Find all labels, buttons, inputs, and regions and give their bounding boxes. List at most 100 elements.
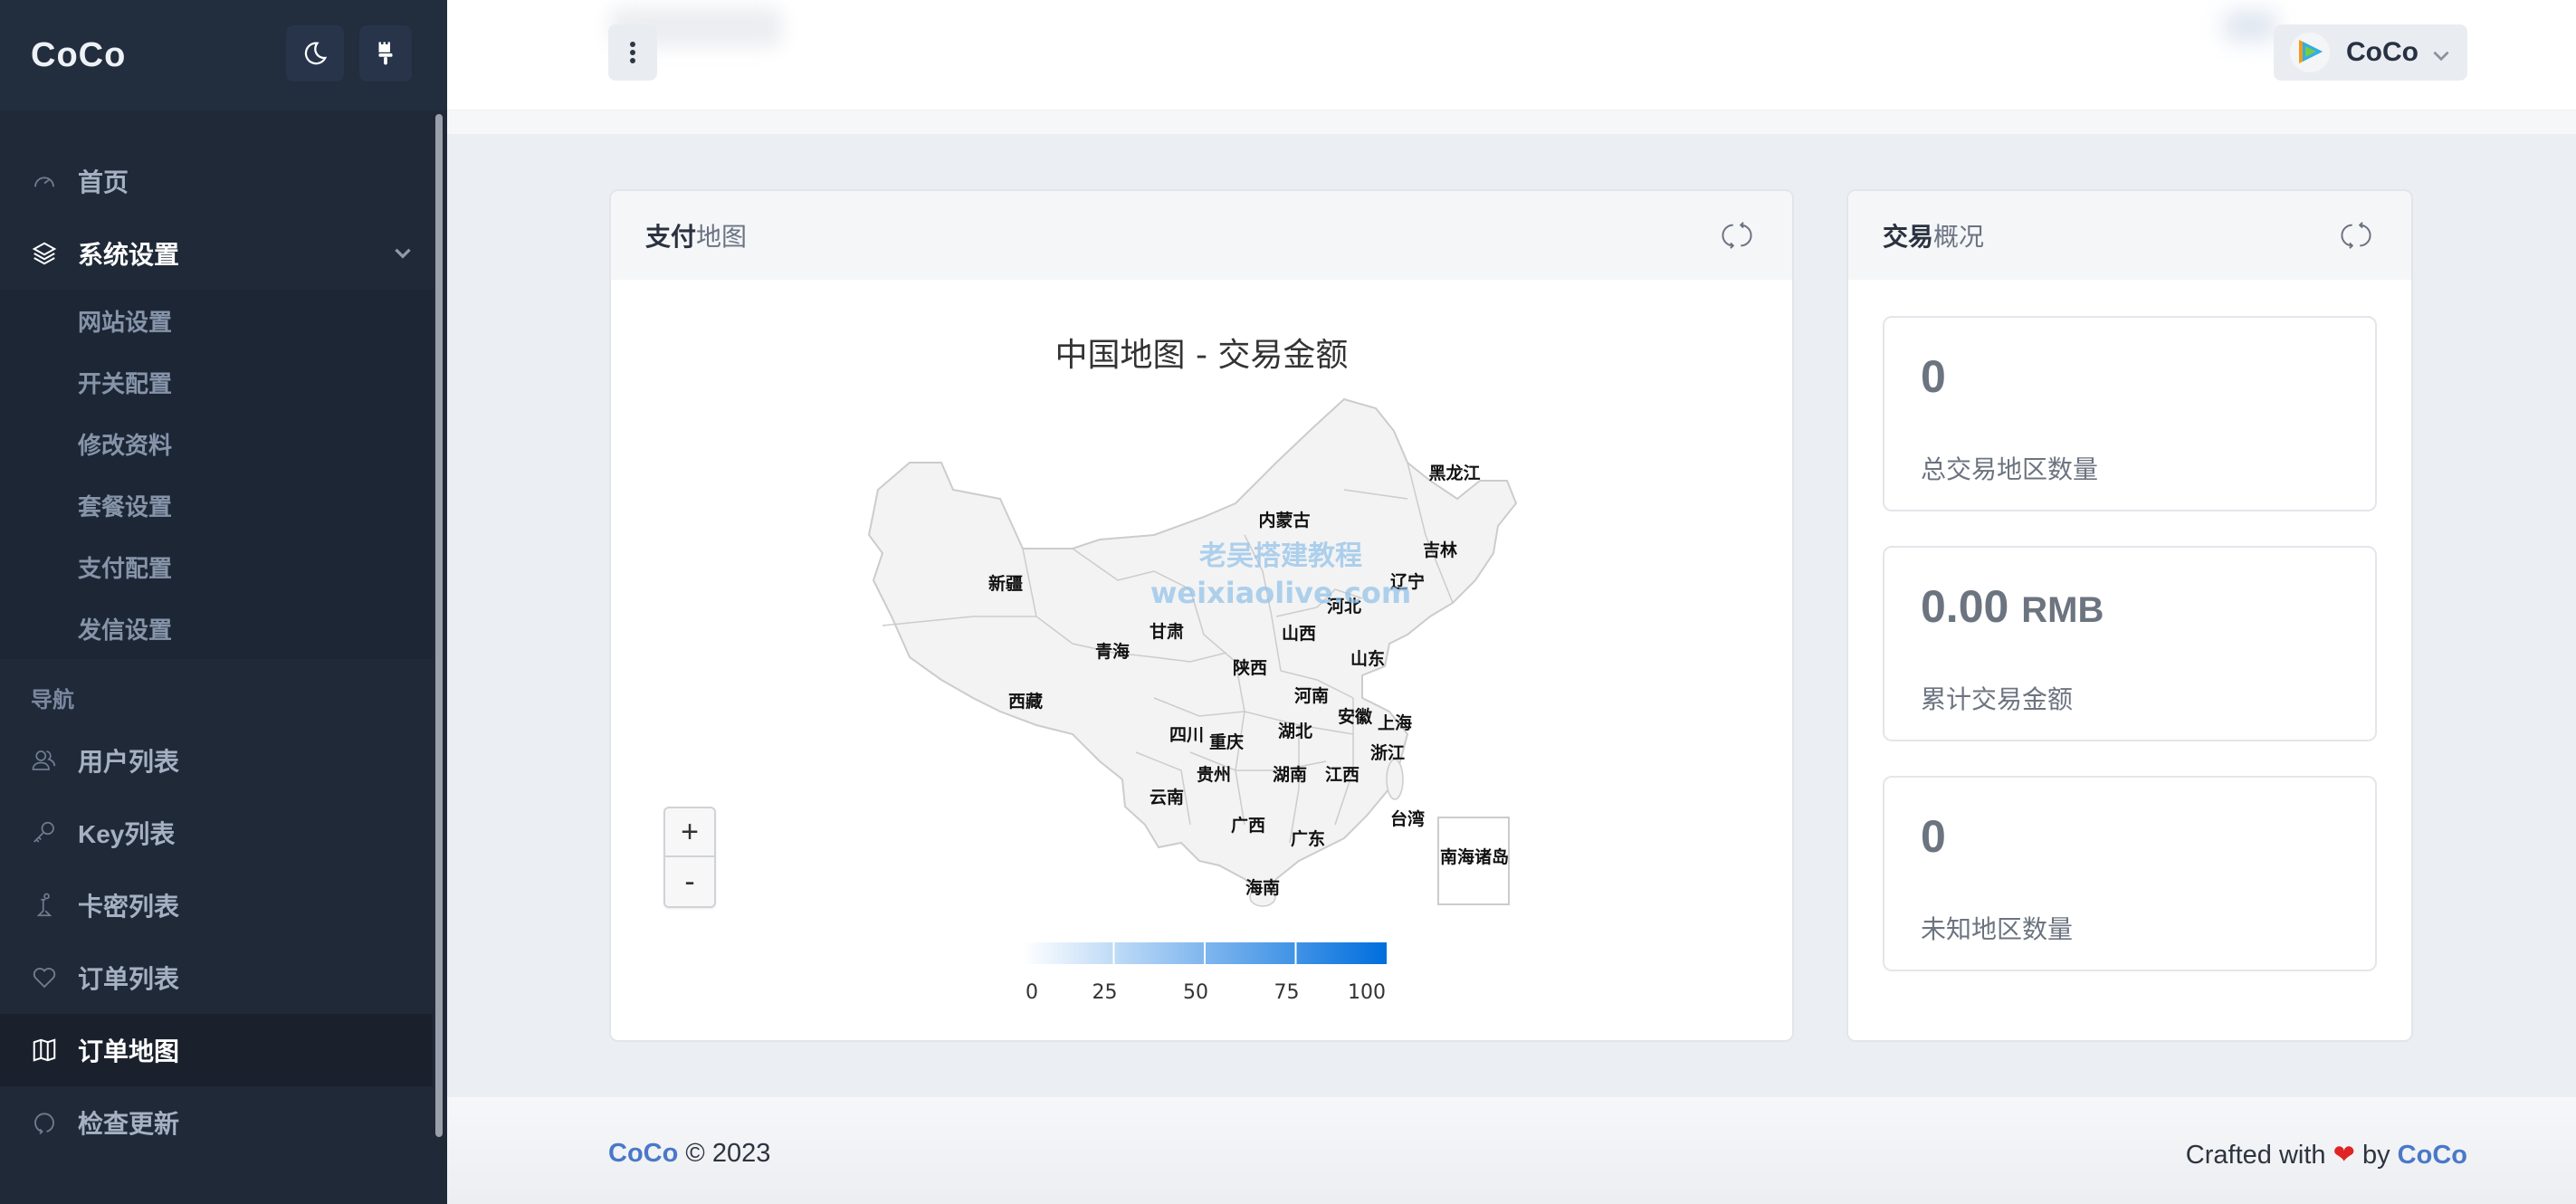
footer-brand-link[interactable]: CoCo — [608, 1139, 678, 1168]
footer-author-link[interactable]: CoCo — [2398, 1141, 2467, 1170]
zoom-out-button[interactable]: - — [665, 857, 714, 906]
avatar — [2290, 33, 2330, 72]
province-label: 西藏 — [1008, 691, 1043, 712]
sidebar-header: CoCo — [0, 0, 447, 110]
stat-number: 0.00 — [1921, 581, 2009, 632]
more-menu-button[interactable] — [608, 24, 657, 81]
stat-unknown-regions: 0 未知地区数量 — [1883, 776, 2377, 971]
brand-logo[interactable]: CoCo — [31, 36, 126, 75]
province-label: 山东 — [1350, 648, 1385, 669]
taiwan-region — [1386, 759, 1404, 800]
sidebar-item-label: 系统设置 — [78, 241, 180, 269]
stat-number: 0 — [1921, 351, 1946, 402]
by-text: by — [2361, 1141, 2390, 1170]
province-label: 海南 — [1245, 877, 1280, 898]
theme-color-button[interactable] — [359, 25, 412, 81]
province-label: 广西 — [1231, 815, 1265, 836]
sidebar-item-cards[interactable]: 卡密列表 — [0, 869, 433, 941]
sidebar-subitem-payment-config[interactable]: 支付配置 — [0, 536, 433, 597]
province-label: 内蒙古 — [1258, 510, 1310, 530]
moon-icon — [304, 42, 328, 65]
province-label: 南海诸岛 — [1440, 846, 1509, 867]
province-label: 河南 — [1294, 686, 1329, 706]
refresh-icon[interactable] — [2341, 220, 2371, 251]
sidebar-item-users[interactable]: 用户列表 — [0, 724, 433, 797]
sidebar-subitem-site-settings[interactable]: 网站设置 — [0, 290, 433, 351]
zoom-in-button[interactable]: + — [665, 808, 714, 857]
sidebar-item-system-settings[interactable]: 系统设置 — [0, 217, 433, 290]
province-label: 甘肃 — [1150, 621, 1184, 642]
stat-total-regions: 0 总交易地区数量 — [1883, 316, 2377, 511]
sidebar-item-order-map[interactable]: 订单地图 — [0, 1014, 433, 1086]
sidebar-item-check-update[interactable]: 检查更新 — [0, 1086, 433, 1159]
transaction-overview-card: 交易 概况 0 总交易地区数量 0.00 RMB 累计交易金额 0 未知地区数量 — [1846, 189, 2413, 1042]
nav-section-heading: 导航 — [31, 688, 74, 712]
footer: CoCo © 2023 Crafted with ❤ by CoCo — [447, 1097, 2576, 1204]
card-header: 交易 概况 — [1848, 191, 2411, 280]
stat-total-amount: 0.00 RMB 累计交易金额 — [1883, 546, 2377, 741]
visual-map-tick-label: 0 — [1026, 981, 1038, 1004]
province-label: 四川 — [1169, 725, 1204, 745]
province-label: 贵州 — [1197, 765, 1231, 785]
visual-map-tick-label: 25 — [1092, 981, 1118, 1004]
system-settings-submenu: 网站设置 开关配置 修改资料 套餐设置 支付配置 发信设置 — [0, 290, 433, 659]
sidebar-subitem-mail-settings[interactable]: 发信设置 — [0, 597, 433, 659]
province-label: 广东 — [1291, 828, 1325, 849]
stat-unit: RMB — [2021, 590, 2104, 630]
province-label: 湖北 — [1278, 721, 1312, 741]
sidebar: CoCo 首页 系统设置 网站设置 开关配置 修改资料 套餐设置 支付配置 发信… — [0, 0, 447, 1204]
key-icon — [31, 819, 58, 846]
map-zoom-control: + - — [663, 807, 716, 908]
stat-label: 总交易地区数量 — [1921, 455, 2099, 483]
visual-map-tick-label: 50 — [1183, 981, 1208, 1004]
dashboard-icon — [31, 167, 58, 195]
theme-toggle-button[interactable] — [286, 25, 344, 81]
user-menu-button[interactable]: CoCo — [2274, 24, 2467, 81]
heart-icon: ❤ — [2333, 1141, 2355, 1170]
sidebar-subitem-plan-settings[interactable]: 套餐设置 — [0, 474, 433, 536]
stat-label: 未知地区数量 — [1921, 915, 2074, 943]
sidebar-item-home[interactable]: 首页 — [0, 145, 433, 217]
sidebar-item-label: 检查更新 — [78, 1110, 180, 1138]
more-vertical-icon — [630, 42, 635, 63]
chess-pawn-icon — [31, 892, 58, 919]
play-logo-icon — [2299, 40, 2323, 63]
chevron-down-icon — [2433, 51, 2449, 62]
sidebar-item-label: Key列表 — [78, 820, 176, 848]
stat-value: 0.00 RMB — [1921, 580, 2104, 633]
sidebar-scrollbar[interactable] — [435, 114, 443, 1137]
sidebar-item-label: 卡密列表 — [78, 893, 180, 921]
visual-map-tick-label: 75 — [1274, 981, 1300, 1004]
province-label: 重庆 — [1209, 731, 1244, 752]
stat-value: 0 — [1921, 350, 1946, 403]
card-title-strong: 交易 — [1883, 223, 1934, 251]
stat-number: 0 — [1921, 811, 1946, 862]
china-map[interactable]: 黑龙江内蒙古吉林新疆 辽宁河北甘肃 山西青海陕西 山东西藏 河南安徽 上海四川 湖北重庆浙江… — [611, 191, 1794, 1042]
blurred-header-item — [2223, 11, 2277, 42]
chevron-down-icon — [395, 248, 411, 259]
footer-copyright: CoCo © 2023 — [608, 1139, 770, 1169]
province-label: 浙江 — [1370, 742, 1405, 763]
sidebar-subitem-switch-config[interactable]: 开关配置 — [0, 351, 433, 413]
sidebar-item-keys[interactable]: Key列表 — [0, 797, 433, 869]
top-header: CoCo — [447, 0, 2576, 110]
users-icon — [31, 747, 58, 774]
province-label: 山西 — [1282, 624, 1316, 644]
province-label: 湖南 — [1273, 765, 1307, 785]
province-label: 黑龙江 — [1428, 463, 1480, 483]
sidebar-nav: 首页 系统设置 网站设置 开关配置 修改资料 套餐设置 支付配置 发信设置 导航… — [0, 110, 433, 1159]
map-icon — [31, 1037, 58, 1064]
province-label: 云南 — [1150, 788, 1184, 807]
province-label: 吉林 — [1423, 540, 1457, 560]
sidebar-subitem-edit-profile[interactable]: 修改资料 — [0, 413, 433, 474]
header-divider-band — [447, 110, 2576, 134]
sidebar-item-orders[interactable]: 订单列表 — [0, 941, 433, 1014]
card-title-light: 概况 — [1933, 223, 1985, 251]
stat-label: 累计交易金额 — [1921, 685, 2074, 713]
footer-credits: Crafted with ❤ by CoCo — [2186, 1139, 2467, 1171]
stat-value: 0 — [1921, 810, 1946, 863]
layers-icon — [31, 240, 58, 267]
refresh-circle-icon — [31, 1109, 58, 1136]
province-label: 陕西 — [1233, 657, 1267, 678]
province-label: 上海 — [1378, 712, 1412, 733]
